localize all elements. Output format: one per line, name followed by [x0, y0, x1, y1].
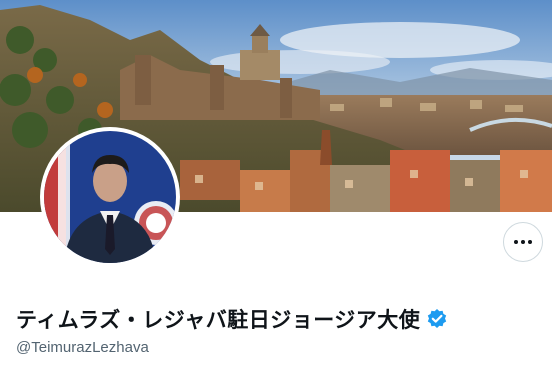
avatar-image	[44, 131, 176, 263]
profile-avatar[interactable]	[40, 127, 180, 267]
profile-name-row: ティムラズ・レジャバ駐日ジョージア大使	[16, 304, 448, 334]
display-name: ティムラズ・レジャバ駐日ジョージア大使	[16, 308, 421, 332]
profile-handle: @TeimurazLezhava	[16, 339, 149, 356]
more-options-button[interactable]	[503, 222, 543, 262]
more-options-icon	[514, 240, 532, 244]
verified-badge-icon[interactable]	[426, 308, 448, 330]
